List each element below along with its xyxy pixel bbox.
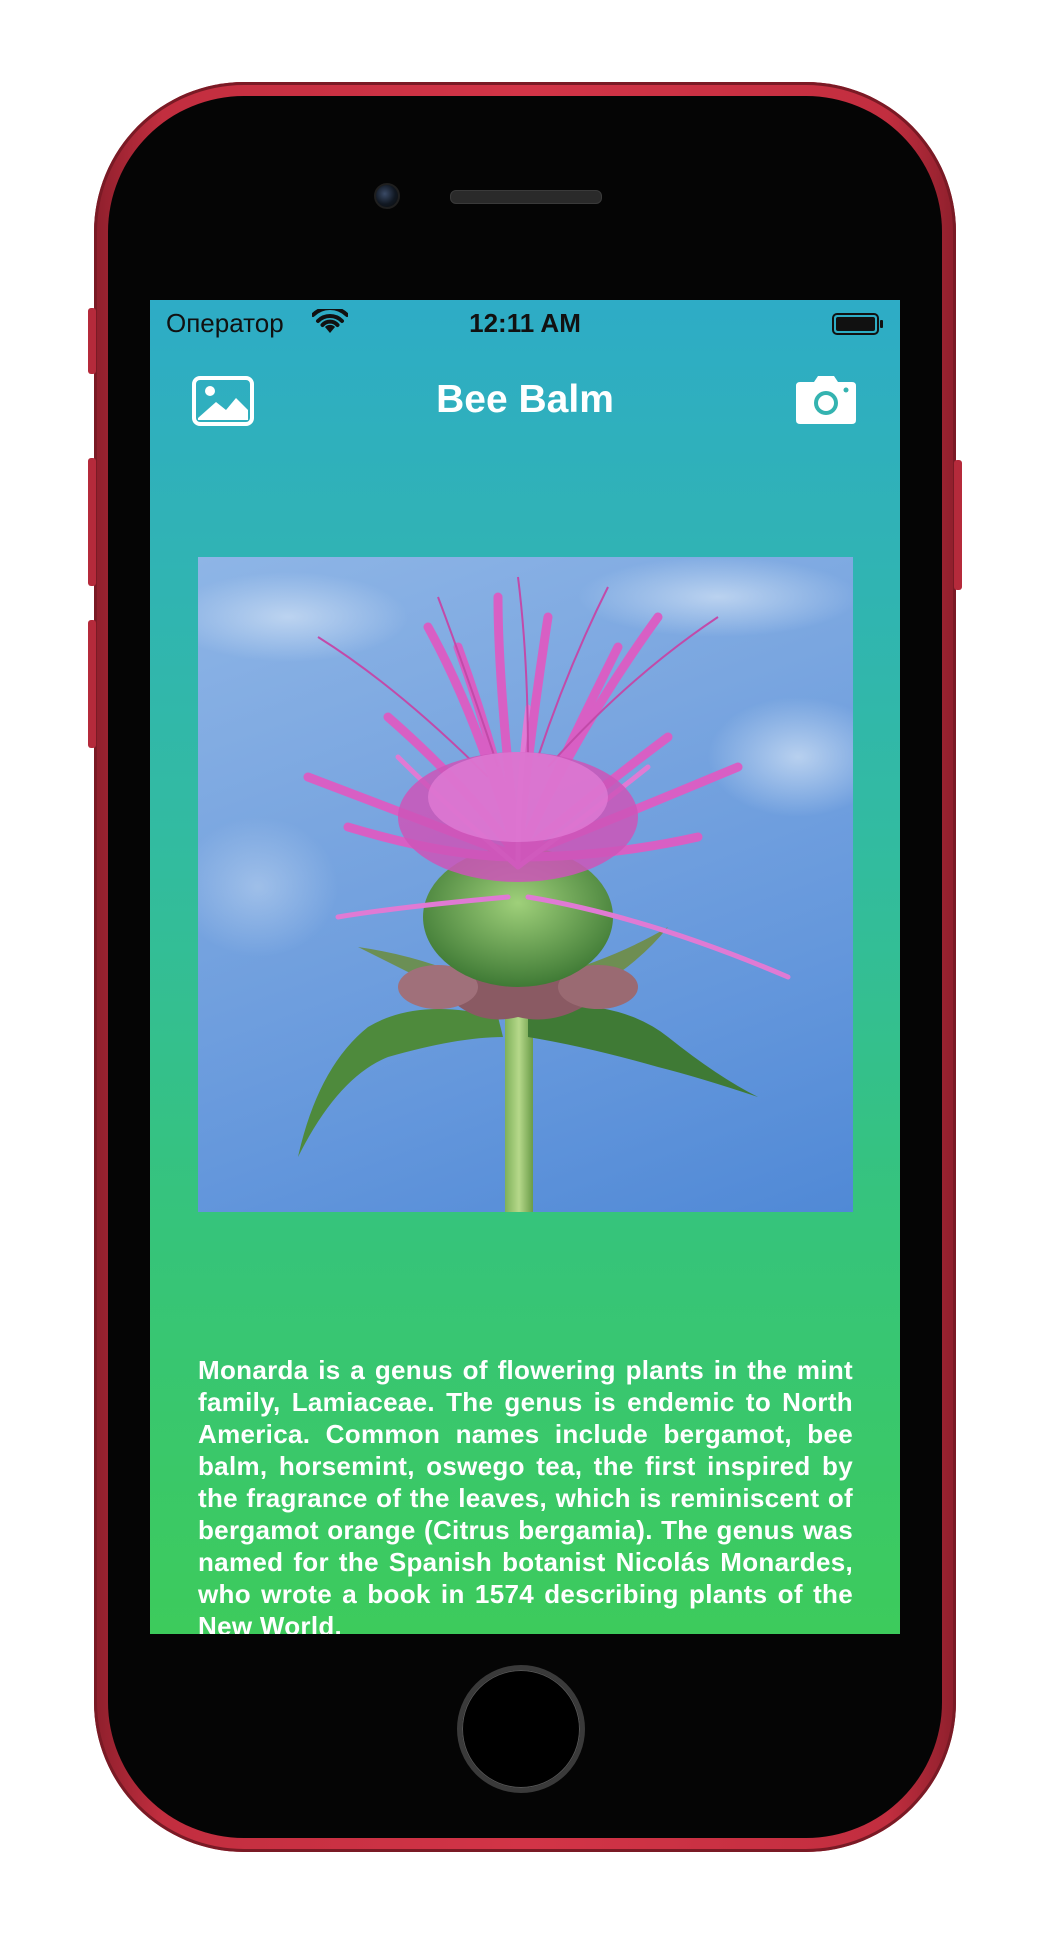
front-camera	[374, 183, 400, 209]
battery-icon	[832, 313, 883, 335]
mute-switch	[88, 308, 96, 374]
volume-up-button	[88, 458, 96, 586]
status-bar: Оператор 12:11 AM	[150, 300, 900, 340]
volume-down-button	[88, 620, 96, 748]
home-button[interactable]	[457, 1665, 585, 1793]
power-button	[954, 460, 962, 590]
camera-icon[interactable]	[794, 374, 858, 426]
status-time: 12:11 AM	[469, 308, 581, 338]
plant-photo	[198, 557, 853, 1212]
bee-balm-flower-image	[198, 557, 853, 1212]
earpiece-speaker	[450, 190, 602, 204]
navigation-bar: Bee Balm	[150, 340, 900, 462]
page-title: Bee Balm	[436, 378, 614, 421]
app-screen: Оператор 12:11 AM Bee Balm Monarda is a …	[150, 300, 900, 1634]
plant-description: Monarda is a genus of flowering plants i…	[198, 1355, 853, 1634]
